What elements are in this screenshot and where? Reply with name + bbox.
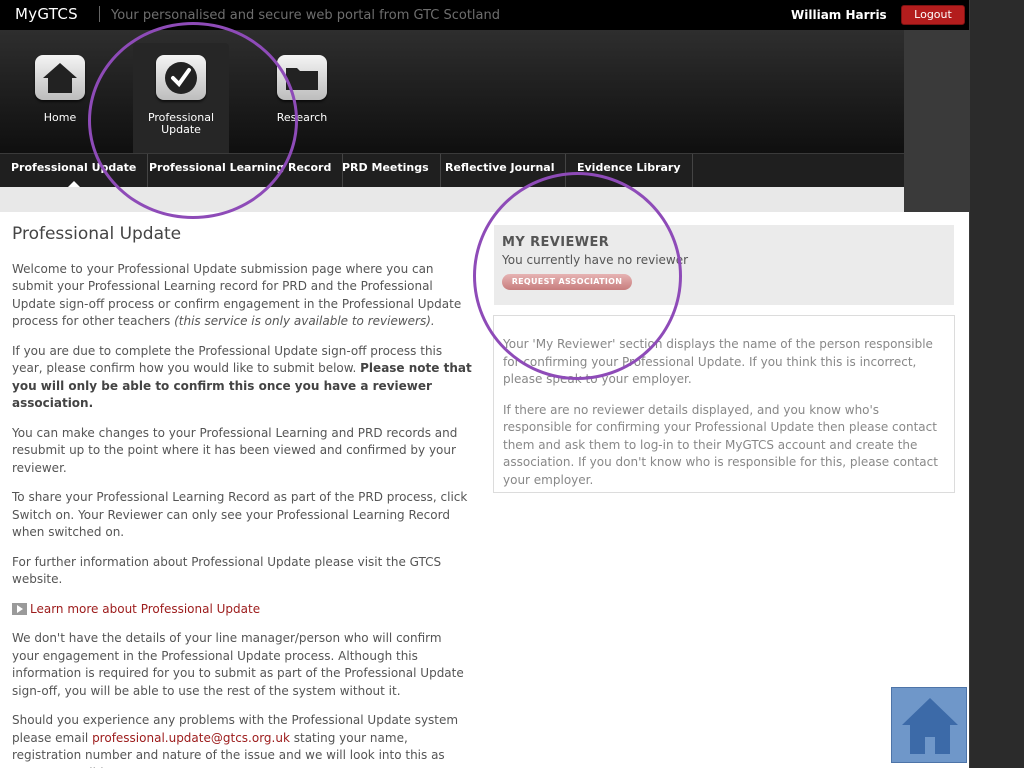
learn-more-row: Learn more about Professional Update — [12, 601, 472, 619]
line-manager-paragraph: We don't have the details of your line m… — [12, 631, 464, 698]
brand-separator — [99, 6, 100, 22]
confirm-paragraph: If you are due to complete the Professio… — [12, 343, 472, 413]
tab-prd-meetings[interactable]: PRD Meetings — [331, 154, 441, 187]
top-bar: MyGTCS Your personalised and secure web … — [0, 0, 969, 30]
info-paragraph: For further information about Profession… — [12, 554, 442, 587]
learn-more-link[interactable]: Learn more about Professional Update — [30, 601, 260, 619]
page-title: Professional Update — [12, 224, 182, 244]
tagline: Your personalised and secure web portal … — [111, 8, 501, 23]
gutter-strip — [970, 0, 1024, 768]
reviewer-info-2: If there are no reviewer details display… — [503, 402, 938, 487]
play-icon[interactable] — [12, 603, 27, 616]
brand-logo[interactable]: MyGTCS — [15, 5, 78, 23]
logout-button[interactable]: Logout — [901, 5, 965, 25]
user-name: William Harris — [791, 8, 887, 22]
annotation-circle-my-reviewer — [473, 172, 682, 380]
support-email-link[interactable]: professional.update@gtcs.org.uk — [92, 731, 290, 745]
annotation-circle-professional-update — [88, 22, 298, 219]
changes-paragraph: You can make changes to your Professiona… — [12, 425, 458, 475]
main-column: Professional Update Welcome to your Prof… — [12, 224, 472, 768]
home-icon — [35, 55, 85, 100]
home-icon — [902, 698, 958, 754]
intro-paragraph: Welcome to your Professional Update subm… — [12, 261, 472, 331]
contact-paragraph: Should you experience any problems with … — [12, 712, 472, 768]
home-overlay-button[interactable] — [891, 687, 967, 763]
intro-note: (this service is only available to revie… — [174, 314, 435, 328]
share-paragraph: To share your Professional Learning Reco… — [12, 490, 468, 539]
